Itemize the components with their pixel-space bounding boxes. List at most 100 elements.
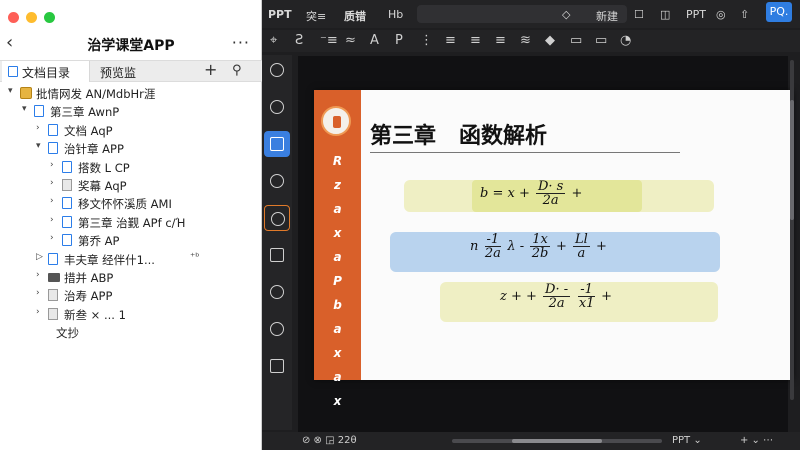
tree-row[interactable]: › 治寿 APP [0, 286, 262, 304]
status-right-tools[interactable]: + ⌄ ⋯ [740, 435, 773, 446]
share-icon[interactable]: ⇧ [740, 8, 749, 21]
tree-row[interactable]: › 第乔 AP [0, 231, 262, 249]
slide[interactable]: RzaxaPbaxax 第三章 函数解析 b = x + D· s 2a + n … [314, 90, 794, 408]
rail-glyph [270, 322, 284, 336]
eq1-lhs: b = x + [480, 186, 530, 201]
chevron-right-icon[interactable]: › [50, 196, 60, 206]
format-tool-button[interactable]: ◆ [545, 33, 555, 48]
document-icon [48, 123, 58, 136]
chevron-down-icon[interactable]: ▾ [22, 104, 32, 114]
rail-glyph [270, 137, 284, 151]
format-tool-button[interactable]: P [395, 33, 403, 48]
chevron-down-icon[interactable]: ▾ [36, 141, 46, 151]
chevron-right-icon[interactable]: ▷ [36, 252, 46, 262]
tree-row[interactable]: › 第三章 治觐 APf ᴄ/Ή [0, 213, 262, 231]
database-icon[interactable] [264, 205, 290, 231]
chevron-right-icon[interactable]: › [36, 123, 46, 133]
pin-icon[interactable]: ⚲ [232, 63, 242, 78]
chevron-right-icon[interactable]: › [36, 270, 46, 280]
format-tool-button[interactable]: ≡ [495, 33, 506, 48]
document-outline-window: ‹ 治学课堂APP ··· 文档目录 预览监 + ⚲ ▾ 批情网发 AN/MdbH… [0, 0, 262, 450]
minimize-window-button[interactable] [26, 12, 37, 23]
close-window-button[interactable] [8, 12, 19, 23]
format-tool-button[interactable]: ≋ [520, 33, 531, 48]
view-mode-dropdown[interactable]: PPT ⌄ [672, 435, 702, 446]
tree-row[interactable]: › 新叁 × ... 1 [0, 305, 262, 323]
vertical-scrollbar[interactable] [790, 60, 794, 400]
ppt-button[interactable]: PPT [686, 8, 706, 21]
top-toolbar: PPT 突≡ 质错 Hb ◇ 新建 ☐ ◫ PPT ◎ ⇧ PQ. [262, 0, 800, 28]
add-button[interactable]: + [204, 60, 217, 79]
chevron-down-icon[interactable]: ▾ [8, 86, 18, 96]
format-tool-button[interactable]: ⋮ [420, 33, 433, 48]
settings-icon[interactable]: ◎ [716, 8, 726, 21]
format-tool-button[interactable]: ≡ [470, 33, 481, 48]
tree-row[interactable]: 文抄 [0, 323, 262, 341]
chevron-right-icon[interactable]: › [36, 288, 46, 298]
tree-item-label: 新叁 × ... 1 [64, 307, 126, 322]
layout-icon[interactable]: ☐ [634, 8, 644, 21]
tree-row[interactable]: ▾ 第三章 AwnP [0, 102, 262, 120]
panel-icon[interactable]: ◫ [660, 8, 670, 21]
status-left-tools[interactable]: ⊘ ⊗ ◲ 22θ [302, 435, 357, 446]
search-icon[interactable]: ◇ [562, 8, 570, 21]
quality-menu[interactable]: 质错 [344, 8, 366, 24]
equation-1[interactable]: b = x + D· s 2a + [480, 180, 582, 207]
layers-icon[interactable] [264, 168, 290, 194]
hscroll-thumb[interactable] [512, 439, 602, 443]
slide-canvas[interactable]: RzaxaPbaxax 第三章 函数解析 b = x + D· s 2a + n … [298, 56, 794, 432]
chevron-right-icon[interactable]: › [50, 160, 60, 170]
search-icon[interactable] [264, 94, 290, 120]
zoom-window-button[interactable] [44, 12, 55, 23]
chart-icon[interactable] [264, 57, 290, 83]
new-button[interactable]: 新建 [596, 8, 618, 24]
format-tool-button[interactable]: ≈ [345, 33, 356, 48]
format-menu[interactable]: 突≡ [306, 8, 326, 24]
format-tool-button[interactable]: Ƨ [295, 33, 303, 48]
chevron-right-icon[interactable]: › [50, 178, 60, 188]
tree-row[interactable]: ▷ 丰夫章 经伴什1... ⁺ᵇ [0, 250, 262, 268]
format-tool-button[interactable]: ≡ [445, 33, 456, 48]
tree-row[interactable]: ▾ 治针章 APP [0, 139, 262, 157]
screen-icon[interactable] [264, 316, 290, 342]
tab-document-outline[interactable]: 文档目录 [2, 61, 90, 82]
tree-row[interactable]: ▾ 批情网发 AN/MdbHr涯 [0, 84, 262, 102]
tree-item-label: 第三章 AwnP [50, 105, 120, 120]
tree-row[interactable]: › 移文怀怀溪质 AMI [0, 194, 262, 212]
format-tool-button[interactable]: ▭ [570, 33, 582, 48]
format-tool-button[interactable]: ⌖ [270, 33, 277, 48]
eq1-numerator: D· s [535, 179, 566, 194]
eq2-f1-numerator: -1 [484, 232, 502, 247]
tree-item-label: 第三章 治觐 APf ᴄ/Ή [78, 215, 186, 230]
chevron-right-icon[interactable]: › [50, 233, 60, 243]
comment-icon[interactable] [264, 279, 290, 305]
format-tool-button[interactable]: A [370, 33, 379, 48]
equation-3[interactable]: z + + D· -2a -1 x1 + [500, 283, 612, 310]
chevron-right-icon[interactable]: › [50, 215, 60, 225]
format-tool-button[interactable]: ⁻≡ [320, 33, 338, 48]
equation-2[interactable]: n -1 2a λ - 1x 2b + Ll a + [470, 233, 607, 260]
document-icon [62, 160, 72, 173]
account-button[interactable]: PQ. [766, 2, 792, 22]
clock-icon[interactable] [264, 242, 290, 268]
hb-menu[interactable]: Hb [388, 8, 403, 21]
document-icon [62, 197, 72, 210]
tab-preview[interactable]: 预览监 [100, 61, 136, 82]
format-tool-button[interactable]: ▭ [595, 33, 607, 48]
scrollbar-thumb[interactable] [790, 100, 794, 220]
slide-title[interactable]: 第三章 函数解析 [370, 118, 547, 150]
horizontal-scrollbar[interactable] [452, 439, 662, 443]
grid-icon[interactable] [264, 353, 290, 379]
eq2-f1-denominator: 2a [484, 246, 501, 261]
search-icon-active[interactable] [264, 131, 290, 157]
tree-row[interactable]: › 奖幕 AqP [0, 176, 262, 194]
tree-row[interactable]: › 措并 ABP [0, 268, 262, 286]
tree-row[interactable]: › 文档 AqP [0, 121, 262, 139]
tree-item-label: 第乔 AP [78, 234, 120, 249]
chevron-right-icon[interactable]: › [36, 307, 46, 317]
document-icon [62, 234, 72, 247]
format-tool-button[interactable]: ◔ [620, 33, 631, 48]
app-title: 治学课堂APP [87, 38, 175, 54]
more-options-button[interactable]: ··· [232, 33, 250, 52]
tree-row[interactable]: › 搭数 L CP [0, 158, 262, 176]
